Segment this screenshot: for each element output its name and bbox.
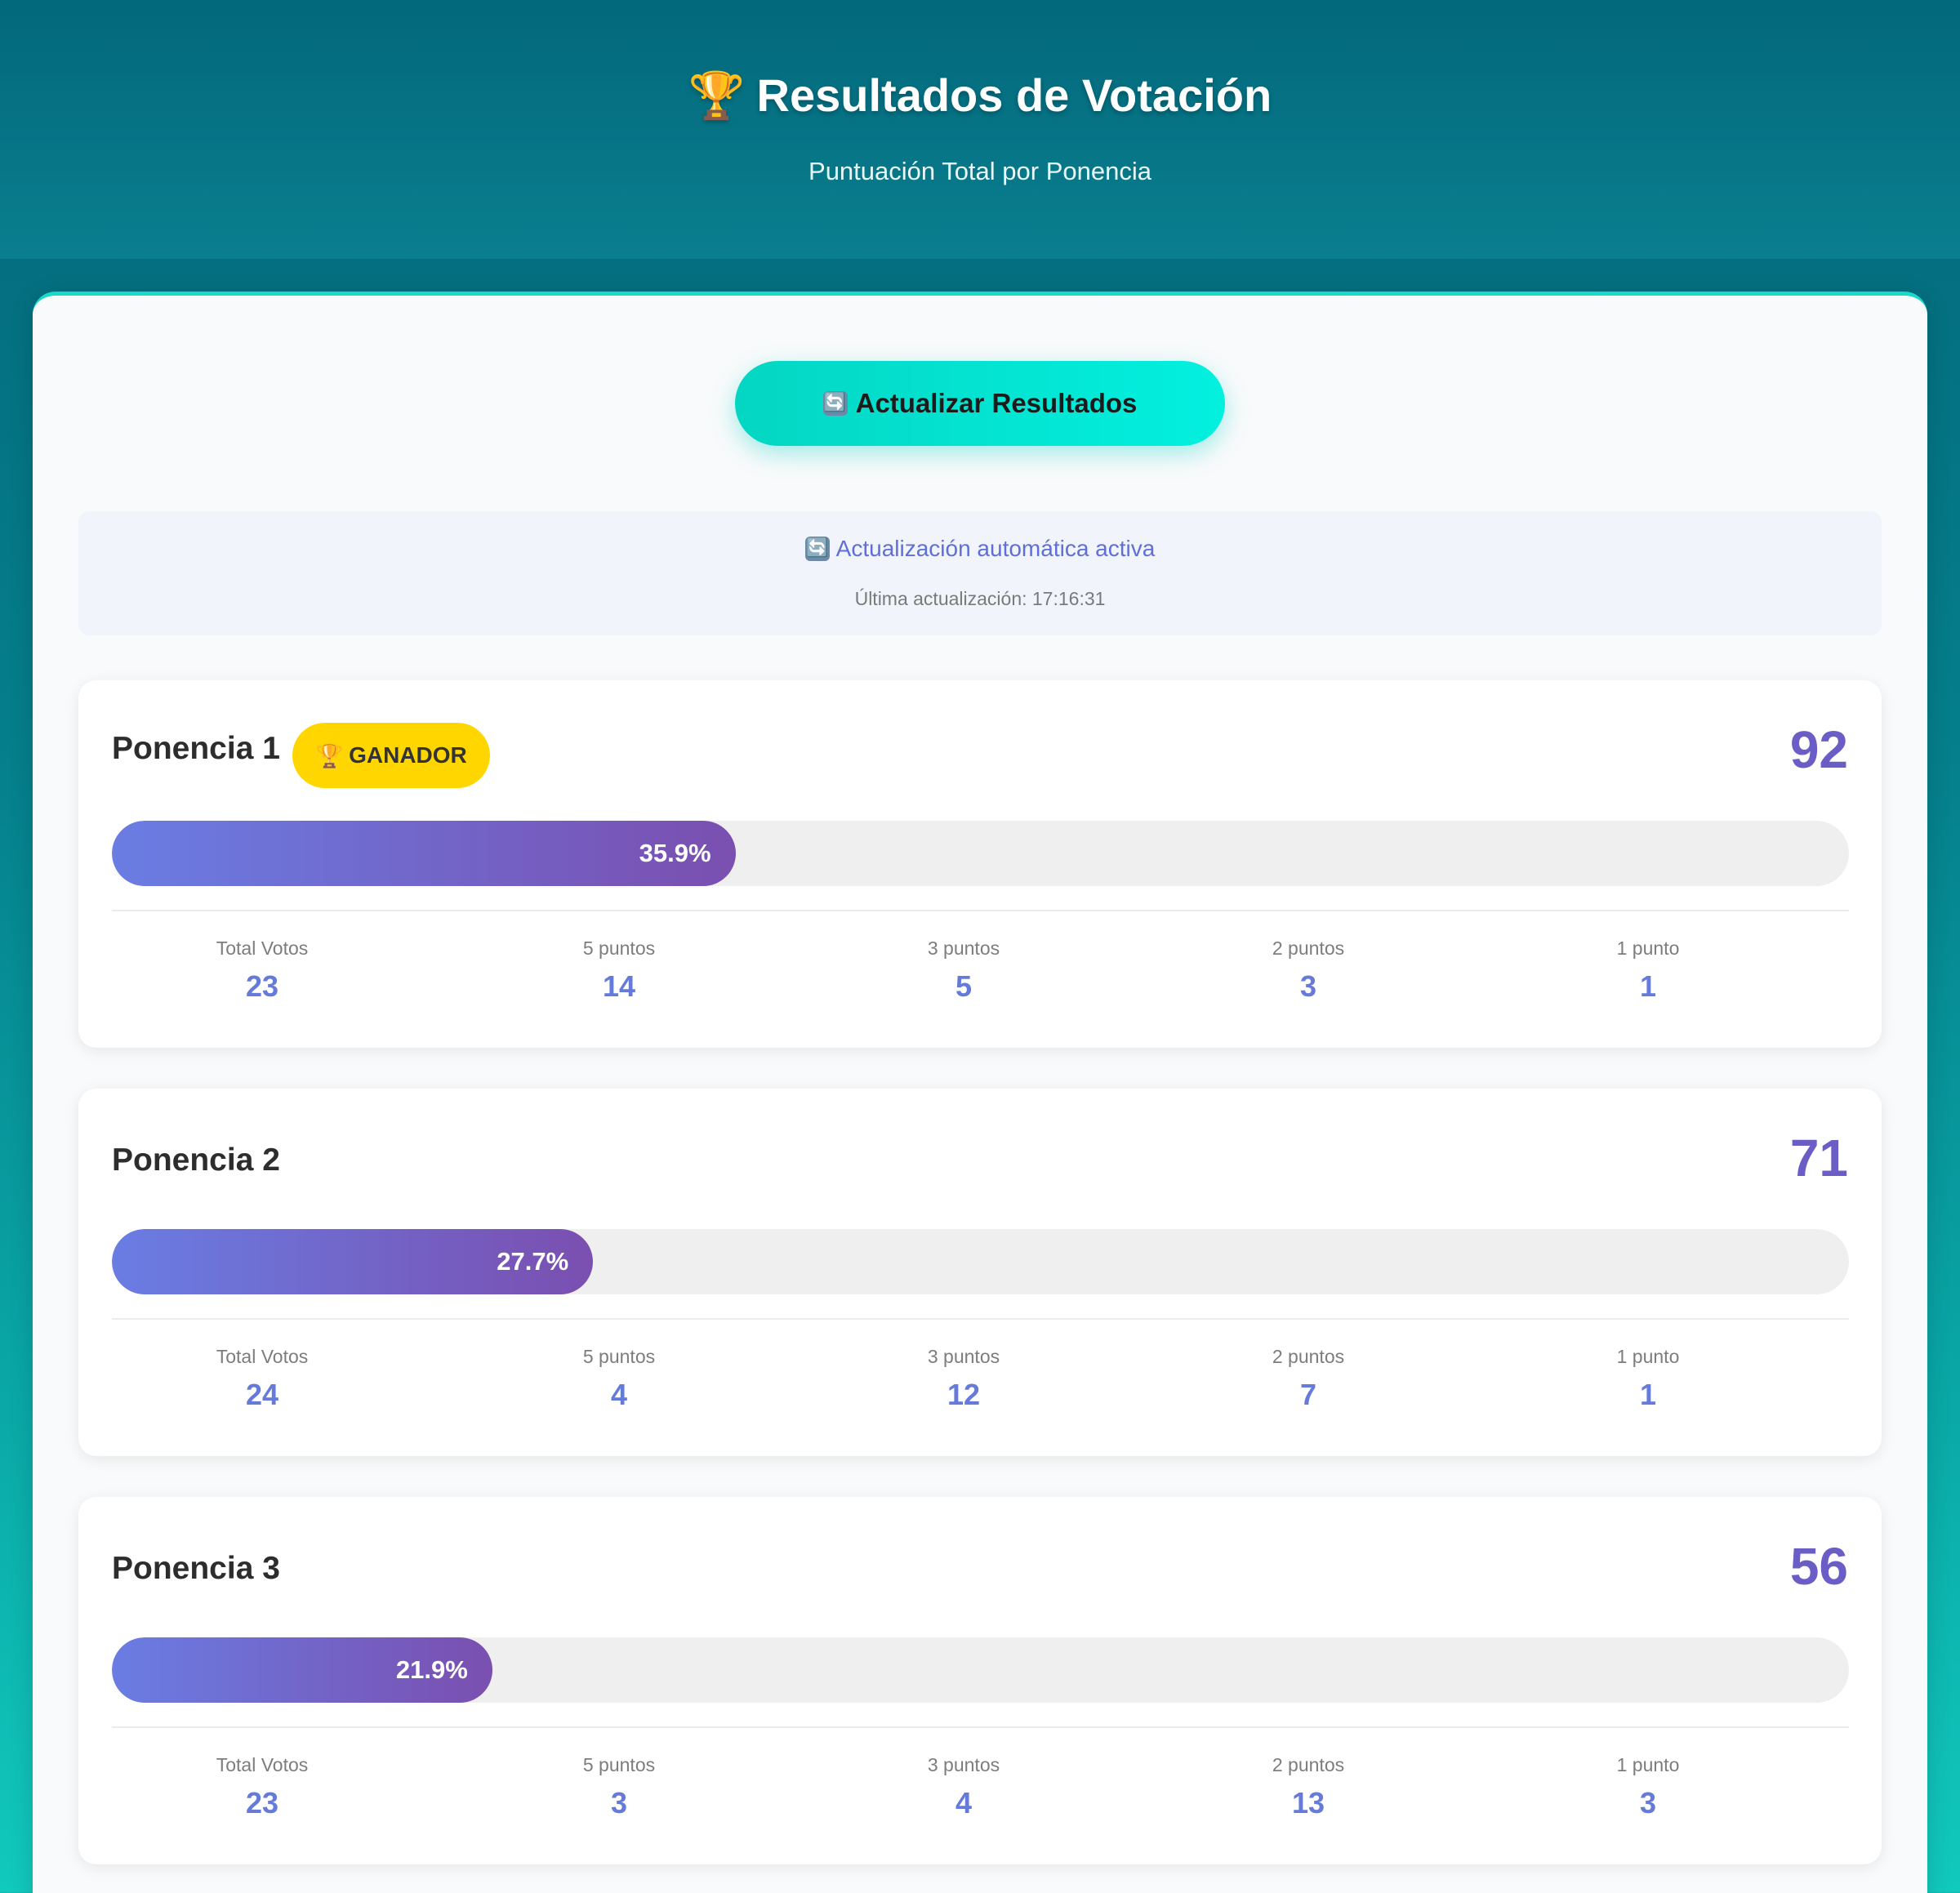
- stat-label: Total Votos: [216, 1754, 309, 1775]
- progress-bar-fill: 21.9%: [112, 1637, 492, 1703]
- ponencia-score: 92: [1789, 720, 1848, 779]
- refresh-results-button[interactable]: 🔄 Actualizar Resultados: [735, 361, 1225, 446]
- stat-label: 1 punto: [1616, 1754, 1680, 1775]
- winner-badge: 🏆 GANADOR: [292, 723, 490, 788]
- winner-badge-label: GANADOR: [349, 742, 467, 768]
- last-update-timestamp: Última actualización: 17:16:31: [854, 588, 1106, 609]
- progress-percent: 21.9%: [395, 1655, 468, 1684]
- stat-value: 1: [1639, 1378, 1657, 1411]
- stat-one-point: 1 punto 3: [1526, 1754, 1771, 1820]
- stat-five-points: 5 puntos 4: [497, 1346, 742, 1412]
- stat-label: 3 puntos: [927, 1754, 1000, 1775]
- stat-total-votes: Total Votos 24: [140, 1346, 385, 1412]
- ponencia-name: Ponencia 1: [112, 731, 280, 766]
- progress-bar: 21.9%: [112, 1637, 1849, 1703]
- divider: [112, 1318, 1849, 1320]
- stat-value: 23: [245, 969, 279, 1003]
- ponencia-score: 71: [1789, 1129, 1848, 1187]
- ponencia-card: Ponencia 3 56 21.9% Total Votos 23 5 pun…: [78, 1497, 1882, 1864]
- progress-bar: 27.7%: [112, 1229, 1849, 1294]
- stat-value: 4: [955, 1786, 973, 1820]
- stat-two-points: 2 puntos 13: [1186, 1754, 1431, 1820]
- stat-label: 3 puntos: [927, 938, 1000, 959]
- page-header: 🏆 Resultados de Votación Puntuación Total…: [0, 0, 1960, 259]
- stat-value: 3: [1299, 969, 1317, 1003]
- stat-five-points: 5 puntos 14: [497, 938, 742, 1004]
- stat-value: 1: [1639, 969, 1657, 1003]
- page-title: 🏆 Resultados de Votación: [0, 69, 1960, 122]
- stat-value: 4: [610, 1378, 628, 1411]
- refresh-button-label: Actualizar Resultados: [855, 388, 1138, 418]
- stat-value: 5: [955, 969, 973, 1003]
- divider: [112, 910, 1849, 911]
- stat-label: 1 punto: [1616, 938, 1680, 959]
- stat-label: Total Votos: [216, 1346, 309, 1367]
- auto-update-status: 🔄 Actualización automática activa Última…: [78, 511, 1882, 635]
- stat-five-points: 5 puntos 3: [497, 1754, 742, 1820]
- ponencia-name: Ponencia 3: [112, 1551, 280, 1586]
- stat-value: 3: [610, 1786, 628, 1820]
- page-title-text: Resultados de Votación: [756, 69, 1272, 121]
- progress-bar-fill: 35.9%: [112, 821, 736, 886]
- progress-percent: 35.9%: [639, 839, 711, 867]
- stat-two-points: 2 puntos 3: [1186, 938, 1431, 1004]
- stat-total-votes: Total Votos 23: [140, 1754, 385, 1820]
- stat-one-point: 1 punto 1: [1526, 1346, 1771, 1412]
- stat-three-points: 3 puntos 4: [841, 1754, 1086, 1820]
- stat-two-points: 2 puntos 7: [1186, 1346, 1431, 1412]
- stat-label: Total Votos: [216, 938, 309, 959]
- trophy-icon: 🏆: [315, 742, 345, 768]
- progress-percent: 27.7%: [497, 1247, 569, 1276]
- stat-label: 1 punto: [1616, 1346, 1680, 1367]
- stat-label: 5 puntos: [582, 1346, 656, 1367]
- auto-update-text: Actualización automática activa: [835, 536, 1156, 561]
- divider: [112, 1726, 1849, 1728]
- stat-value: 24: [245, 1378, 279, 1411]
- refresh-icon: 🔄: [804, 537, 830, 561]
- page-subtitle: Puntuación Total por Ponencia: [808, 157, 1152, 185]
- progress-bar: 35.9%: [112, 821, 1849, 886]
- ponencia-card: Ponencia 2 71 27.7% Total Votos 24 5 pun…: [78, 1089, 1882, 1456]
- stat-value: 14: [602, 969, 636, 1003]
- progress-bar-fill: 27.7%: [112, 1229, 594, 1294]
- stat-label: 3 puntos: [927, 1346, 1000, 1367]
- stat-value: 7: [1299, 1378, 1317, 1411]
- stat-three-points: 3 puntos 5: [841, 938, 1086, 1004]
- stat-value: 3: [1639, 1786, 1657, 1820]
- stat-three-points: 3 puntos 12: [841, 1346, 1086, 1412]
- ponencia-score: 56: [1789, 1537, 1848, 1596]
- stat-value: 12: [947, 1378, 981, 1411]
- stat-label: 2 puntos: [1272, 1754, 1345, 1775]
- stat-value: 23: [245, 1786, 279, 1820]
- stat-total-votes: Total Votos 23: [140, 938, 385, 1004]
- stat-label: 5 puntos: [582, 938, 656, 959]
- stat-value: 13: [1291, 1786, 1325, 1820]
- ponencia-card: Ponencia 1 🏆 GANADOR 92 35.9% Total Voto…: [78, 680, 1882, 1048]
- results-panel: 🔄 Actualizar Resultados 🔄 Actualización …: [33, 292, 1927, 1893]
- stat-label: 5 puntos: [582, 1754, 656, 1775]
- trophy-icon: 🏆: [688, 69, 746, 121]
- stat-label: 2 puntos: [1272, 1346, 1345, 1367]
- stat-one-point: 1 punto 1: [1526, 938, 1771, 1004]
- refresh-icon: 🔄: [822, 391, 848, 416]
- ponencia-name: Ponencia 2: [112, 1142, 280, 1178]
- stat-label: 2 puntos: [1272, 938, 1345, 959]
- auto-update-indicator: 🔄 Actualización automática activa: [78, 536, 1882, 562]
